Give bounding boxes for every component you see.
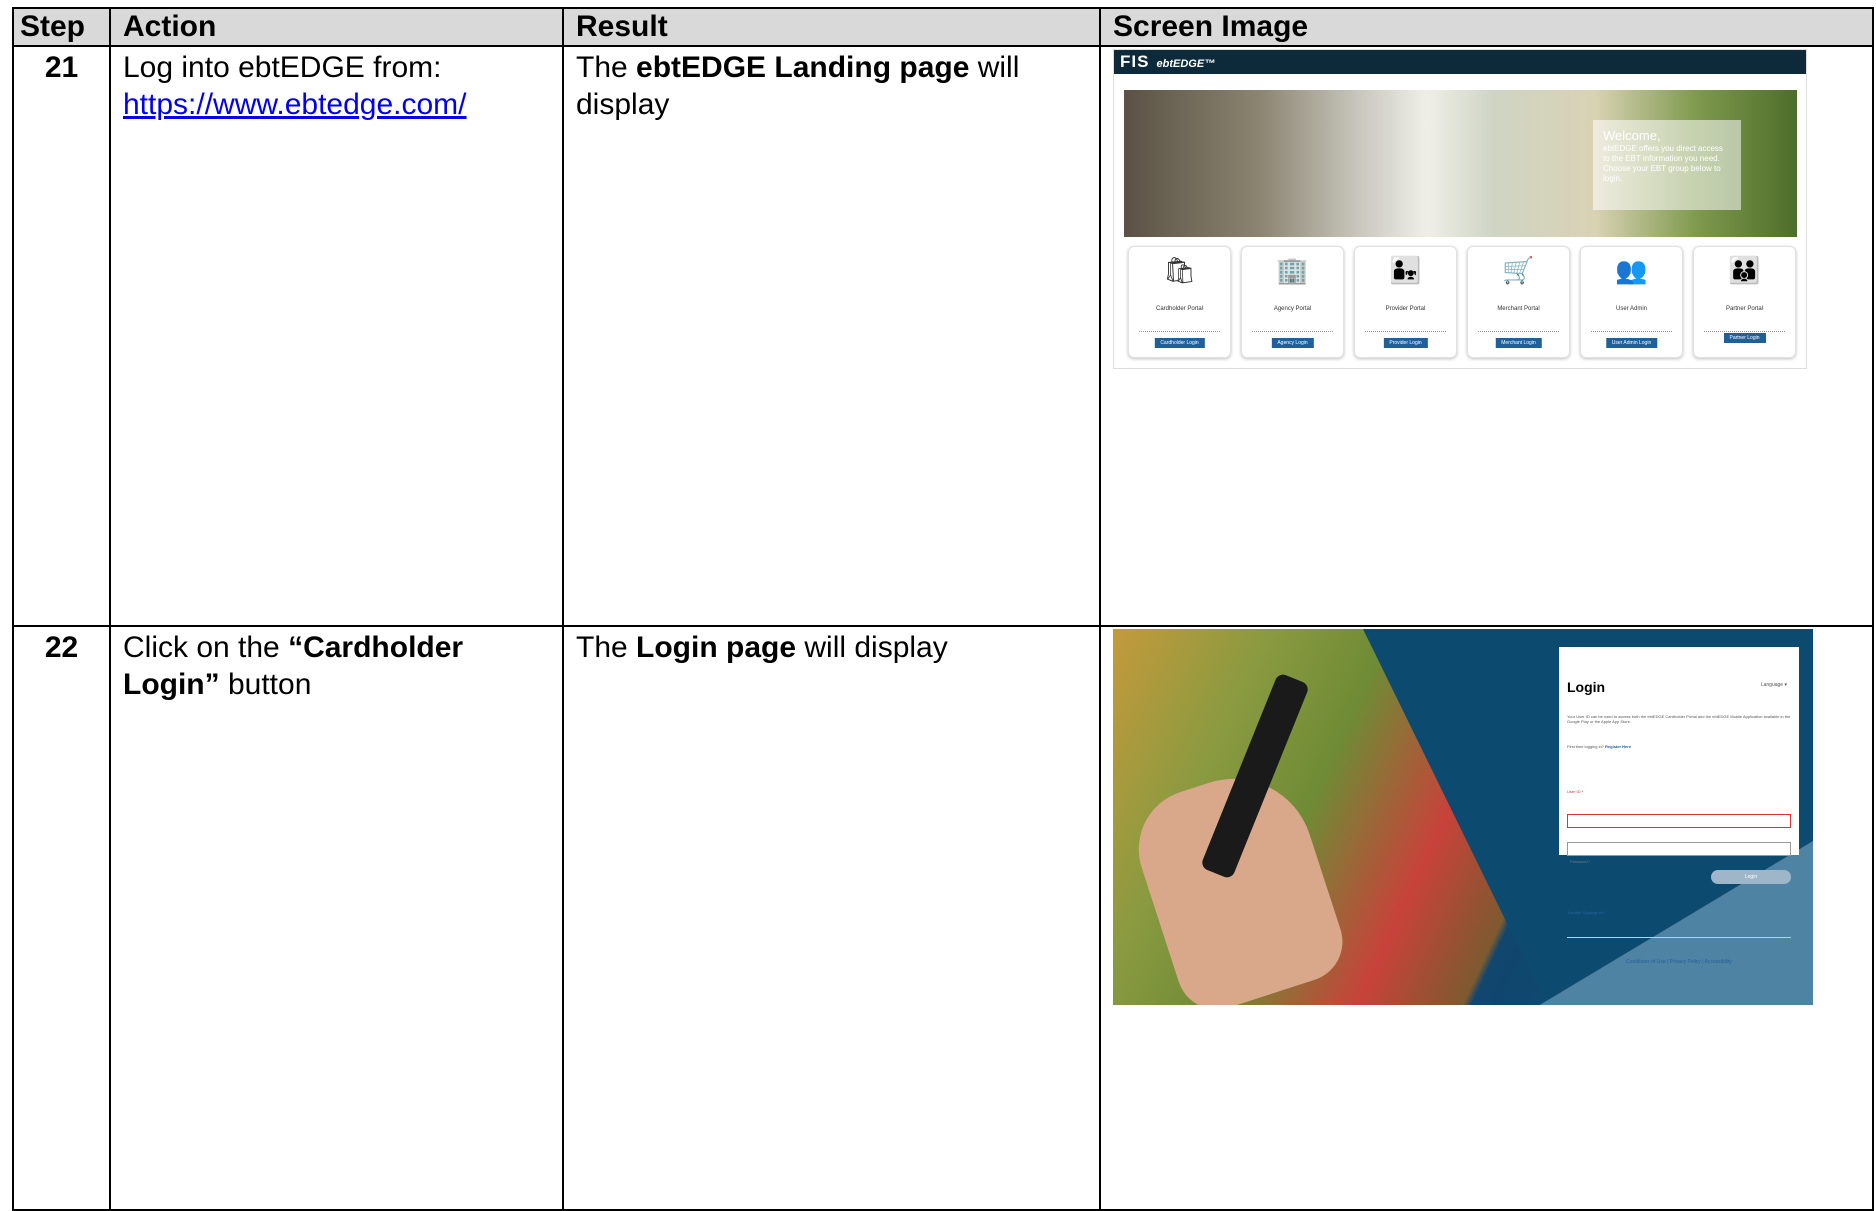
action-pre: Click on the (123, 631, 289, 664)
portal-bullets (1139, 331, 1220, 335)
users-icon: 👥 (1615, 255, 1648, 285)
footer-links[interactable]: Conditions of Use | Privacy Policy | Acc… (1567, 937, 1791, 981)
welcome-body: ebtEDGE offers you direct access to the … (1603, 144, 1723, 183)
bag-icon: 🛍 (1162, 255, 1196, 285)
cardholder-login-button[interactable]: Cardholder Login (1154, 338, 1205, 348)
welcome-box: Welcome, ebtEDGE offers you direct acces… (1593, 120, 1741, 210)
portal-card: 👨‍👧 Provider Portal Provider Login (1354, 246, 1457, 358)
landing-page-screenshot: FIS ebtEDGE™ Welcome, ebtEDGE offers you… (1113, 49, 1807, 369)
landing-header: FIS ebtEDGE™ (1114, 50, 1806, 74)
language-dropdown[interactable]: Language ▾ (1761, 667, 1787, 704)
portal-name: Cardholder Portal (1155, 306, 1204, 312)
portal-card: 🏢 Agency Portal Agency Login (1241, 246, 1344, 358)
cart-icon: 🛒 (1502, 255, 1535, 285)
provider-login-button[interactable]: Provider Login (1383, 338, 1428, 348)
portal-name: Merchant Portal (1497, 306, 1540, 312)
action-post: button (219, 668, 312, 701)
screen-image-cell: Language ▾ Login Your User ID can be use… (1099, 625, 1874, 1211)
portal-card: 🛍 Cardholder Portal Cardholder Login (1128, 246, 1231, 358)
header-result: Result (562, 7, 1101, 47)
provider-icon: 👨‍👧 (1389, 255, 1422, 285)
step-number: 22 (12, 625, 111, 1211)
welcome-title: Welcome, (1603, 128, 1661, 143)
portal-name: User Admin (1615, 306, 1647, 312)
login-button[interactable]: Login (1711, 870, 1791, 884)
partner-login-button[interactable]: Partner Login (1723, 333, 1766, 343)
header-screen-image: Screen Image (1099, 7, 1874, 47)
portal-cards: 🛍 Cardholder Portal Cardholder Login 🏢 A… (1128, 246, 1796, 358)
screen-image-cell: FIS ebtEDGE™ Welcome, ebtEDGE offers you… (1099, 45, 1874, 627)
login-box: Language ▾ Login Your User ID can be use… (1559, 647, 1799, 965)
user-id-field[interactable] (1567, 814, 1791, 828)
portal-card: 🛒 Merchant Portal Merchant Login (1467, 246, 1570, 358)
password-label: Password * (1570, 859, 1591, 864)
register-link[interactable]: Register Here (1605, 744, 1631, 749)
login-title: Login (1567, 679, 1606, 695)
result-bold: ebtEDGE Landing page (636, 51, 970, 84)
result-cell: The Login page will display (562, 625, 1101, 1211)
result-post: will display (796, 631, 948, 664)
header-row: Step Action Result Screen Image (12, 7, 1874, 47)
hero-image: Welcome, ebtEDGE offers you direct acces… (1124, 90, 1797, 237)
steps-table: Step Action Result Screen Image 21 Log i… (12, 7, 1874, 1211)
ebtedge-link[interactable]: https://www.ebtedge.com/ (123, 88, 467, 121)
header-step: Step (12, 7, 111, 47)
portal-name: Partner Portal (1725, 306, 1764, 312)
merchant-login-button[interactable]: Merchant Login (1495, 338, 1542, 348)
result-bold: Login page (636, 631, 797, 664)
portal-name: Agency Portal (1273, 306, 1312, 312)
action-text: Log into ebtEDGE from: (123, 51, 442, 84)
result-pre: The (576, 631, 637, 664)
portal-bullets (1365, 331, 1446, 335)
portal-name: Provider Portal (1385, 306, 1426, 312)
result-cell: The ebtEDGE Landing page will display (562, 45, 1101, 627)
password-field[interactable]: Password * (1567, 842, 1791, 864)
user-id-label: User ID * (1567, 789, 1584, 794)
action-cell: Log into ebtEDGE from: https://www.ebted… (109, 45, 564, 627)
result-pre: The (576, 51, 637, 84)
header-action: Action (109, 7, 564, 47)
user-admin-login-button[interactable]: User Admin Login (1605, 338, 1658, 348)
table-row: 22 Click on the “Cardholder Login” butto… (12, 625, 1874, 1211)
portal-card: 👪 Partner Portal Partner Login (1693, 246, 1796, 358)
agency-login-button[interactable]: Agency Login (1271, 338, 1314, 348)
fis-logo: FIS (1120, 52, 1150, 71)
step-number: 21 (12, 45, 111, 627)
table-row: 21 Log into ebtEDGE from: https://www.eb… (12, 45, 1874, 627)
ebtedge-brand: ebtEDGE™ (1156, 58, 1216, 70)
portal-bullets (1591, 331, 1672, 335)
date-line (1114, 74, 1806, 80)
login-intro: Your User ID can be used to access both … (1567, 714, 1791, 724)
portal-bullets (1252, 331, 1333, 335)
first-time-line: First time logging in? Register Here (1567, 728, 1791, 765)
login-page-screenshot: Language ▾ Login Your User ID can be use… (1113, 629, 1813, 1005)
building-icon: 🏢 (1276, 255, 1309, 285)
action-cell: Click on the “Cardholder Login” button (109, 625, 564, 1211)
portal-bullets (1478, 331, 1559, 335)
partner-icon: 👪 (1728, 255, 1761, 285)
trouble-link[interactable]: Trouble Signing in? (1567, 884, 1791, 931)
first-time-text: First time logging in? (1567, 744, 1604, 749)
portal-card: 👥 User Admin User Admin Login (1580, 246, 1683, 358)
